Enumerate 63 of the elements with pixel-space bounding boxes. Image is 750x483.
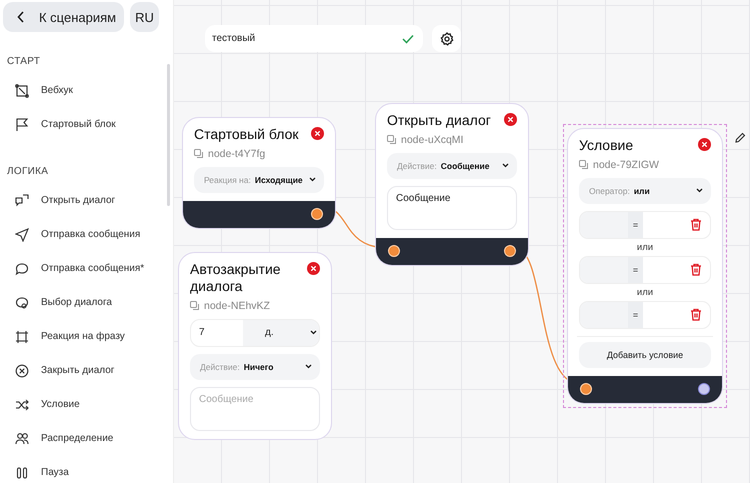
close-icon[interactable] — [504, 113, 517, 126]
frame-icon — [15, 330, 29, 344]
node-card[interactable]: Открыть диалог node-uXcqMI Действие: Сообщение Сообщение — [375, 103, 529, 266]
sidebar-item[interactable]: Выбор диалога — [0, 286, 173, 320]
select-field[interactable]: Реакция на: Исходящие — [194, 166, 324, 193]
chat-icon — [15, 194, 29, 208]
sidebar-item[interactable]: Отправка сообщения — [0, 218, 173, 252]
sidebar-item[interactable]: Реакция на фразу — [0, 320, 173, 354]
scrollbar[interactable] — [167, 64, 170, 206]
operator-label: или — [636, 286, 654, 298]
node-title: Автозакрытие диалога — [190, 261, 282, 295]
settings-icon — [440, 32, 454, 46]
sidebar-item[interactable]: Открыть диалог — [0, 184, 173, 218]
back-icon — [17, 11, 25, 23]
language-button[interactable]: RU — [130, 2, 159, 32]
node-title: Условие — [579, 137, 634, 154]
node-title: Открыть диалог — [387, 112, 492, 129]
sidebar-item[interactable]: Закрыть диалог — [0, 354, 173, 388]
users-icon — [15, 432, 29, 446]
sidebar-item[interactable]: Стартовый блок — [0, 108, 173, 142]
sidebar-item[interactable]: Отправка сообщения* — [0, 252, 173, 286]
name-field[interactable]: тестовый — [205, 25, 423, 52]
node-id: node-79ZIGW — [593, 158, 659, 171]
close-icon[interactable] — [311, 127, 324, 140]
sidebar-item[interactable]: Распределение — [0, 422, 173, 456]
close-icon[interactable] — [698, 138, 711, 151]
chevron-icon — [305, 364, 312, 370]
sidebar-item[interactable]: Условие — [0, 388, 173, 422]
sidebar-item[interactable]: Вебхук — [0, 74, 173, 108]
select-field[interactable]: Действие: Ничего — [190, 354, 320, 380]
copy-icon[interactable] — [190, 301, 199, 310]
send-icon — [15, 228, 29, 242]
select-field[interactable]: Оператор: или — [579, 178, 711, 204]
node-id: node-NEhvKZ — [204, 300, 270, 312]
port-handle[interactable] — [698, 382, 710, 395]
node-id: node-uXcqMI — [401, 134, 464, 146]
settings-button[interactable] — [432, 25, 461, 52]
sidebar-item[interactable]: Пауза — [0, 456, 173, 483]
message-field[interactable]: Сообщение — [387, 186, 517, 230]
select-field[interactable]: Действие: Сообщение — [387, 152, 517, 179]
back-button[interactable]: К сценариям — [3, 2, 124, 32]
section-title: СТАРТ — [7, 56, 42, 67]
close-icon[interactable] — [307, 262, 320, 275]
pause-icon — [15, 466, 29, 480]
webhook-icon — [15, 84, 29, 98]
section-title: ЛОГИКА — [7, 166, 50, 177]
node-card[interactable]: Стартовый блок node-t4Y7fg Реакция на: Исходящие — [182, 117, 336, 229]
operator-label: или — [636, 242, 654, 253]
speech-bubble-icon — [15, 262, 29, 276]
copy-icon[interactable] — [387, 135, 396, 144]
pencil-icon[interactable] — [735, 132, 746, 143]
close-circle-icon — [15, 364, 29, 378]
copy-icon[interactable] — [579, 160, 588, 170]
speech-bubble-icon — [15, 296, 29, 310]
flag-icon — [15, 118, 29, 132]
add-condition-button[interactable]: Добавить условие — [579, 342, 711, 368]
node-title: Стартовый блок — [194, 126, 300, 143]
chevron-icon — [502, 163, 509, 168]
shuffle-icon — [15, 398, 29, 412]
chevron-icon — [696, 188, 703, 194]
chevron-icon — [309, 177, 316, 182]
node-id: node-t4Y7fg — [208, 148, 266, 160]
copy-icon[interactable] — [194, 149, 203, 158]
